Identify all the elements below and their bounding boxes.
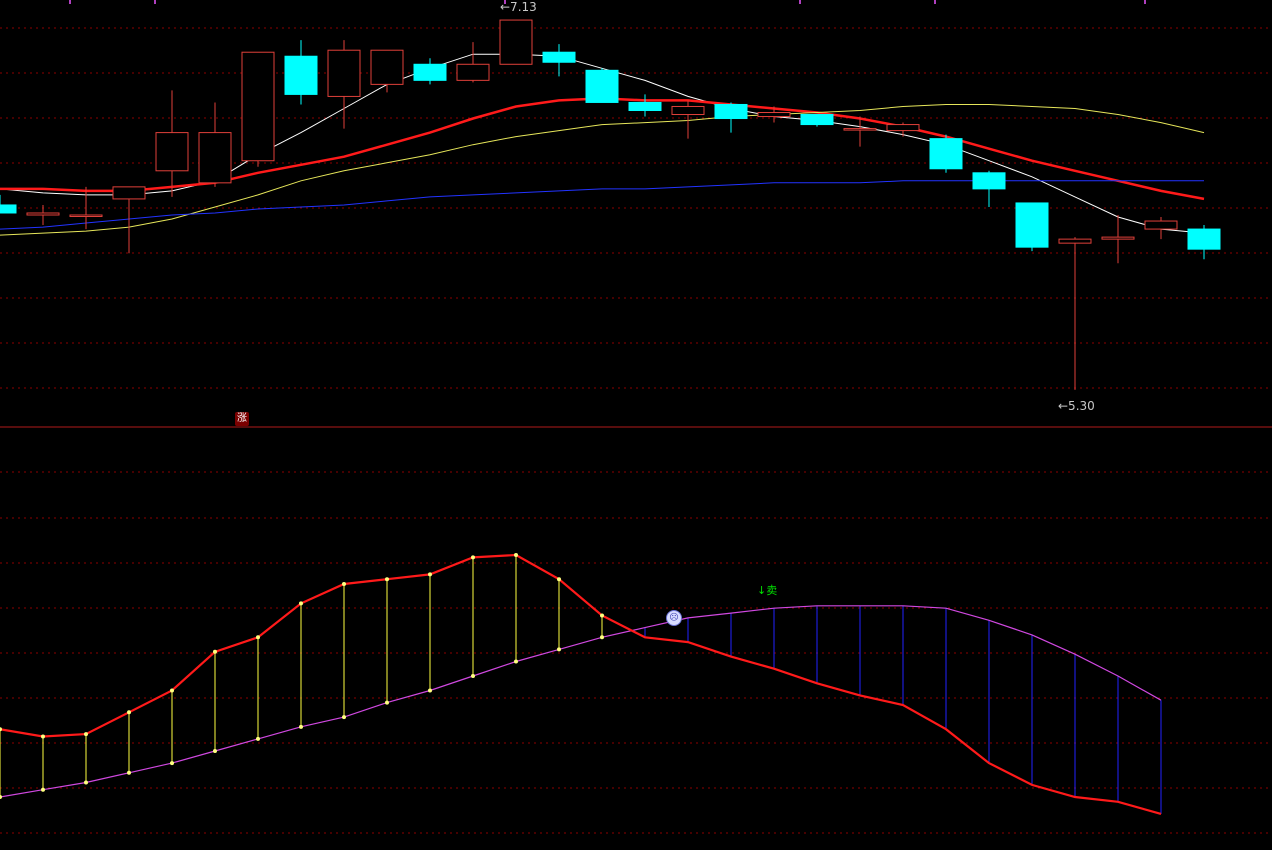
candle-body [370, 49, 404, 85]
fast-point [342, 582, 346, 587]
slow-point [170, 761, 174, 766]
candle-body [886, 124, 920, 132]
fast-point [299, 601, 303, 606]
fast-point [557, 577, 561, 582]
candle-body [284, 55, 318, 95]
candle-body [800, 114, 834, 126]
slow-point [385, 700, 389, 705]
candle-body [1144, 220, 1178, 230]
candle-body [327, 49, 361, 97]
candle-body [456, 63, 490, 81]
slow-point [41, 787, 45, 792]
candle-body [757, 112, 791, 118]
fast-point [600, 613, 604, 618]
slow-point [84, 780, 88, 785]
oscillator-panel [0, 553, 1162, 815]
candle-body [714, 103, 748, 120]
fast-point [127, 710, 131, 715]
candle-body [929, 138, 963, 170]
slow-point [514, 659, 518, 664]
fast-point [428, 572, 432, 577]
candle-body [1101, 236, 1135, 240]
candle-body [0, 204, 17, 214]
fast-point [170, 688, 174, 693]
candle-body [542, 51, 576, 63]
low-price-label: ←5.30 [1058, 399, 1095, 413]
grid [0, 0, 1272, 834]
slow-point [213, 749, 217, 754]
candle-body [413, 63, 447, 81]
slow-point [471, 674, 475, 678]
fast-point [41, 734, 45, 739]
candle-body [671, 105, 705, 116]
slow-point [299, 724, 303, 729]
sell-signal-label: ↓卖 [757, 584, 778, 597]
slow-point [600, 635, 604, 640]
candle-body [972, 172, 1006, 190]
fast-point [514, 553, 518, 557]
slow-point [557, 647, 561, 652]
fast-point [471, 555, 475, 560]
stock-chart [0, 0, 1272, 834]
fast-point [213, 649, 217, 654]
fast-point [385, 577, 389, 582]
slow-line [0, 605, 1162, 798]
fast-point [256, 635, 260, 640]
candle-body [628, 101, 662, 111]
candle-body [1015, 202, 1049, 248]
candle-body [499, 19, 533, 65]
candlesticks [0, 19, 1221, 390]
rise-badge: 涨 [235, 412, 249, 426]
fast-point [84, 732, 88, 737]
candle-body [198, 132, 232, 184]
candle-body [155, 132, 189, 172]
candle-body [1187, 228, 1221, 250]
high-price-label: ←7.13 [500, 0, 537, 14]
candle-body [69, 214, 103, 218]
slow-point [342, 715, 346, 720]
face-icon: ☹ [666, 610, 682, 626]
slow-point [0, 795, 2, 799]
slow-point [256, 736, 260, 741]
candle-body [112, 186, 146, 200]
candle-body [241, 51, 275, 162]
candle-body [26, 212, 60, 216]
candle-body [585, 69, 619, 103]
fast-point [0, 727, 2, 732]
candle-body [843, 128, 877, 131]
fast-line [0, 553, 1162, 815]
candle-body [1058, 238, 1092, 244]
slow-point [127, 770, 131, 775]
slow-point [428, 688, 432, 693]
